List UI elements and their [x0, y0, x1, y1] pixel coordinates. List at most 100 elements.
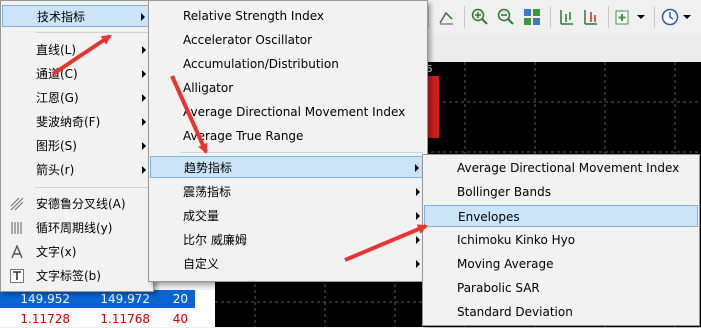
- menu-item-andrews-pitchfork[interactable]: 安德鲁分叉线(A): [2, 193, 152, 215]
- andrews-pitchfork-icon: [10, 197, 24, 211]
- zoom-out-icon[interactable]: [496, 7, 516, 27]
- menu-item-label: 循环周期线(y): [36, 221, 113, 235]
- menu-item-oscillators[interactable]: 震荡指标: [150, 181, 426, 203]
- menu-item-arrows[interactable]: 箭头(r): [2, 159, 152, 181]
- menu-item-label: Alligator: [183, 81, 234, 95]
- menu-item-label: Accelerator Oscillator: [183, 33, 313, 47]
- spread-value: 20: [172, 292, 188, 306]
- menu-separator: [35, 187, 149, 188]
- submenu-arrow-icon: [142, 166, 146, 174]
- period-separator-icon[interactable]: [556, 7, 576, 27]
- menu-item-channels[interactable]: 通道(C): [2, 63, 152, 85]
- menu-item-label: Accumulation/Distribution: [183, 57, 339, 71]
- chevron-down-icon[interactable]: [682, 7, 692, 27]
- menu-item-label: 比尔 威廉姆: [183, 233, 247, 247]
- toolbar-separator: [428, 6, 429, 28]
- market-watch-quotes: 149.952 149.972 20 1.11728 1.11768 40: [0, 290, 215, 327]
- menu-item-label: Moving Average: [457, 257, 554, 271]
- submenu-arrow-icon: [416, 260, 420, 268]
- text-label-icon: [10, 269, 24, 283]
- text-icon: [11, 245, 23, 259]
- menu-item-label: 文字(x): [36, 245, 77, 259]
- cycle-lines-icon: [11, 222, 22, 234]
- ask-price: 149.972: [100, 292, 150, 306]
- menu-item-label: 通道(C): [36, 67, 78, 81]
- submenu-arrow-icon: [415, 164, 419, 172]
- chart-tab-strip: [420, 34, 701, 62]
- menu-item-ichimoku[interactable]: Ichimoku Kinko Hyo: [424, 229, 698, 251]
- menu-item-rsi[interactable]: Relative Strength Index: [150, 5, 426, 27]
- toolbar-separator: [654, 6, 655, 28]
- menu-item-fibonacci[interactable]: 斐波纳奇(F): [2, 111, 152, 133]
- menu-item-label: 江恩(G): [36, 91, 79, 105]
- menu-item-label: 直线(L): [36, 43, 77, 57]
- quote-row[interactable]: 149.952 149.972 20: [0, 290, 195, 308]
- menu-item-accumulation-distribution[interactable]: Accumulation/Distribution: [150, 53, 426, 75]
- menu-item-alligator[interactable]: Alligator: [150, 77, 426, 99]
- menu-item-label: 自定义: [183, 257, 220, 271]
- menu-item-label: 技术指标: [37, 10, 86, 24]
- ask-price: 1.11768: [100, 312, 150, 326]
- menu-item-gann[interactable]: 江恩(G): [2, 87, 152, 109]
- submenu-arrow-icon: [416, 236, 420, 244]
- indicators-menu: Relative Strength Index Accelerator Osci…: [148, 0, 428, 282]
- menu-item-volumes[interactable]: 成交量: [150, 205, 426, 227]
- trend-indicators-menu: Average Directional Movement Index Bolli…: [422, 154, 700, 326]
- menu-item-label: 成交量: [183, 209, 220, 223]
- menu-item-label: Standard Deviation: [457, 305, 573, 319]
- add-indicator-icon[interactable]: [614, 7, 634, 27]
- menu-item-accelerator-oscillator[interactable]: Accelerator Oscillator: [150, 29, 426, 51]
- chevron-down-icon[interactable]: [636, 7, 646, 27]
- tile-windows-icon[interactable]: [522, 7, 542, 27]
- menu-item-envelopes[interactable]: Envelopes: [424, 205, 698, 227]
- submenu-arrow-icon: [142, 46, 146, 54]
- menu-item-moving-average[interactable]: Moving Average: [424, 253, 698, 275]
- menu-item-label: 震荡指标: [183, 185, 232, 199]
- bid-price: 1.11728: [20, 312, 70, 326]
- menu-item-cycle-lines[interactable]: 循环周期线(y): [2, 217, 152, 239]
- menu-item-atr[interactable]: Average True Range: [150, 125, 426, 147]
- menu-item-parabolic-sar[interactable]: Parabolic SAR: [424, 277, 698, 299]
- insert-menu: 技术指标 直线(L) 通道(C) 江恩(G) 斐波纳奇(F) 图形(S) 箭头(…: [0, 0, 154, 292]
- toolbar-separator: [608, 6, 609, 28]
- menu-item-text[interactable]: 文字(x): [2, 241, 152, 263]
- menu-item-lines[interactable]: 直线(L): [2, 39, 152, 61]
- menu-item-admi[interactable]: Average Directional Movement Index: [150, 101, 426, 123]
- bid-price: 149.952: [20, 292, 70, 306]
- menu-item-indicators[interactable]: 技术指标: [2, 5, 152, 27]
- menu-item-text-label[interactable]: 文字标签(b): [2, 265, 152, 287]
- toolbar-separator: [550, 6, 551, 28]
- menu-item-bollinger-bands[interactable]: Bollinger Bands: [424, 181, 698, 203]
- zoom-in-icon[interactable]: [470, 7, 490, 27]
- menu-item-label: 趋势指标: [184, 161, 233, 175]
- menu-item-label: 图形(S): [36, 139, 77, 153]
- submenu-arrow-icon: [142, 94, 146, 102]
- submenu-arrow-icon: [142, 70, 146, 78]
- menu-item-label: Average True Range: [183, 129, 304, 143]
- menu-item-admi[interactable]: Average Directional Movement Index: [424, 157, 698, 179]
- menu-item-custom[interactable]: 自定义: [150, 253, 426, 275]
- menu-item-trend[interactable]: 趋势指标: [150, 156, 426, 178]
- menu-item-label: Average Directional Movement Index: [457, 161, 680, 175]
- menu-item-label: 安德鲁分叉线(A): [36, 197, 126, 211]
- menu-item-bill-williams[interactable]: 比尔 威廉姆: [150, 229, 426, 251]
- menu-item-label: 箭头(r): [36, 163, 75, 177]
- toolbar-separator: [464, 6, 465, 28]
- quote-row[interactable]: 1.11728 1.11768 40: [0, 310, 195, 328]
- clock-icon[interactable]: [660, 7, 680, 27]
- submenu-arrow-icon: [142, 118, 146, 126]
- submenu-arrow-icon: [416, 212, 420, 220]
- submenu-arrow-icon: [141, 13, 145, 21]
- spread-value: 40: [172, 312, 188, 326]
- menu-item-label: 文字标签(b): [36, 269, 101, 283]
- menu-item-label: Bollinger Bands: [457, 185, 551, 199]
- menu-item-label: Average Directional Movement Index: [183, 105, 406, 119]
- menu-item-standard-deviation[interactable]: Standard Deviation: [424, 301, 698, 323]
- line-studies-icon[interactable]: [436, 7, 456, 27]
- menu-separator: [35, 32, 149, 33]
- menu-separator: [181, 152, 423, 153]
- menu-item-label: Ichimoku Kinko Hyo: [457, 233, 576, 247]
- submenu-arrow-icon: [416, 188, 420, 196]
- menu-item-shapes[interactable]: 图形(S): [2, 135, 152, 157]
- chart-shift-icon[interactable]: [580, 7, 600, 27]
